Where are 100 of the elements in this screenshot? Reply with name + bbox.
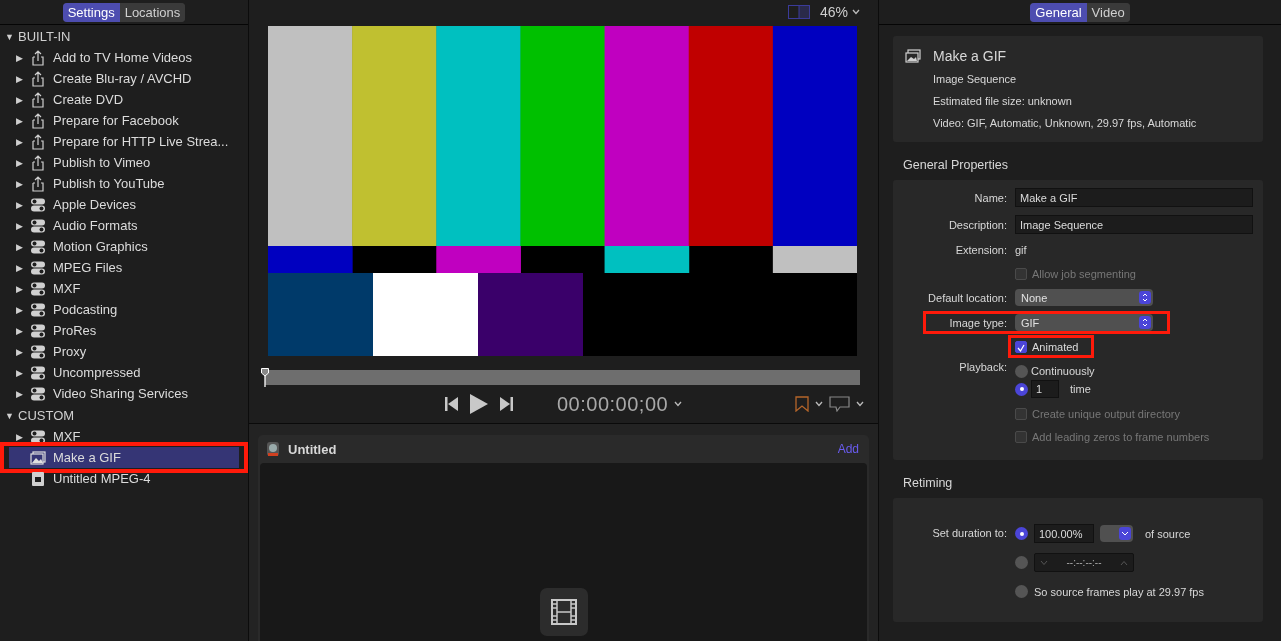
sidebar-item[interactable]: ▶ Apple Devices (9, 194, 239, 215)
toggle-switch-icon (30, 259, 46, 276)
radio-button[interactable] (1015, 527, 1028, 540)
disclosure-triangle[interactable]: ▼ (4, 31, 15, 42)
share-icon (30, 133, 46, 150)
sidebar-item[interactable]: ▶ Create DVD (9, 89, 239, 110)
section-heading: Retiming (903, 476, 954, 490)
sidebar-item[interactable]: ▶ ProRes (9, 320, 239, 341)
share-icon (30, 175, 46, 192)
toggle-switch-icon (30, 301, 46, 318)
timecode-field[interactable]: --:--:--:-- (1034, 553, 1134, 572)
disclosure-triangle[interactable]: ▶ (14, 283, 25, 294)
disclosure-triangle[interactable]: ▶ (14, 367, 25, 378)
radio-button[interactable] (1015, 556, 1028, 569)
text-field[interactable]: Image Sequence (1015, 215, 1253, 234)
film-button[interactable] (539, 588, 588, 636)
disclosure-triangle[interactable]: ▶ (14, 73, 25, 84)
timecode-display: 00:00:00;00 (557, 392, 669, 416)
toggle-switch-icon (30, 428, 46, 445)
field-label: Playback: (958, 361, 1007, 373)
field-label: Default location: (927, 291, 1007, 304)
app-icon (266, 441, 280, 457)
option-label: So source frames play at 29.97 fps (1034, 585, 1204, 598)
disclosure-triangle[interactable]: ▶ (14, 325, 25, 336)
sidebar-item[interactable]: ▶ MXF (9, 278, 239, 299)
disclosure-triangle[interactable]: ▶ (14, 388, 25, 399)
playhead-handle[interactable] (261, 368, 269, 387)
sidebar-item[interactable]: Make a GIF (9, 447, 239, 468)
disclosure-triangle[interactable]: ▶ (14, 52, 25, 63)
sidebar-item[interactable]: ▶ Uncompressed (9, 362, 239, 383)
disclosure-triangle[interactable]: ▶ (14, 346, 25, 357)
sidebar-item[interactable]: ▶ Create Blu-ray / AVCHD (9, 68, 239, 89)
sidebar-item[interactable]: Untitled MPEG-4 (9, 468, 239, 489)
option-label: of source (1145, 527, 1191, 540)
sidebar-item[interactable]: ▶ Podcasting (9, 299, 239, 320)
radio-button[interactable] (1015, 585, 1028, 598)
skip-forward-icon[interactable] (500, 397, 513, 411)
share-icon (30, 91, 46, 108)
disclosure-triangle[interactable]: ▶ (14, 262, 25, 273)
sidebar-item[interactable]: ▶ Add to TV Home Videos (9, 47, 239, 68)
text-field[interactable]: Make a GIF (1015, 188, 1253, 207)
share-icon (30, 49, 46, 66)
summary-line: Image Sequence (933, 73, 1018, 86)
summary-line: Estimated file size: unknown (933, 95, 1073, 108)
sidebar-item[interactable]: ▶ MXF (9, 426, 239, 447)
sidebar-item[interactable]: ▶ Prepare for HTTP Live Strea... (9, 131, 239, 152)
sidebar-item[interactable]: ▶ Publish to Vimeo (9, 152, 239, 173)
timecode-menu-icon (674, 401, 683, 407)
disclosure-triangle[interactable]: ▶ (14, 115, 25, 126)
summary-line: Video: GIF, Automatic, Unknown, 29.97 fps, Automatic (933, 117, 1198, 130)
disclosure-triangle[interactable]: ▶ (14, 157, 25, 168)
percent-field[interactable]: 100.00% (1034, 524, 1094, 543)
viewer-layout-icon (787, 5, 810, 19)
inspector-tab[interactable]: General (1030, 2, 1087, 22)
disclosure-triangle[interactable]: ▶ (14, 220, 25, 231)
disclosure-triangle[interactable]: ▶ (14, 304, 25, 315)
chevron-icon (852, 9, 860, 15)
disclosure-triangle[interactable]: ▶ (14, 431, 25, 442)
share-icon (30, 70, 46, 87)
disclosure-triangle[interactable]: ▶ (14, 94, 25, 105)
toggle-switch-icon (30, 280, 46, 297)
zoom-menu[interactable]: 46% (819, 4, 860, 20)
popup-menu[interactable]: None (1015, 289, 1153, 306)
toggle-switch-icon (30, 385, 46, 402)
disclosure-triangle[interactable]: ▶ (14, 178, 25, 189)
sidebar-item[interactable]: ▶ Audio Formats (9, 215, 239, 236)
field-label: Set duration to: (931, 527, 1007, 541)
field-value: gif (1015, 244, 1027, 256)
sidebar-item[interactable]: ▶ Publish to YouTube (9, 173, 239, 194)
toggle-switch-icon (30, 364, 46, 381)
batch-title: Untitled (288, 441, 337, 457)
chevron-icon (815, 401, 823, 407)
chevron-icon (856, 401, 864, 407)
play-icon[interactable] (470, 394, 488, 414)
sidebar-item[interactable]: ▶ MPEG Files (9, 257, 239, 278)
sidebar-item[interactable]: ▶ Prepare for Facebook (9, 110, 239, 131)
sidebar-item[interactable]: ▶ Video Sharing Services (9, 383, 239, 404)
toggle-switch-icon (30, 196, 46, 213)
sidebar-tab[interactable]: Settings (62, 2, 120, 22)
bookmark-icon (795, 396, 809, 412)
disclosure-triangle[interactable]: ▶ (14, 199, 25, 210)
field-label: Name: (973, 191, 1007, 204)
number-field[interactable]: 1 (1031, 380, 1059, 398)
sidebar-item[interactable]: ▶ Proxy (9, 341, 239, 362)
sidebar-item[interactable]: ▶ Motion Graphics (9, 236, 239, 257)
popup-menu[interactable]: GIF (1015, 314, 1153, 331)
radio-button[interactable] (1015, 364, 1028, 378)
checkmark-icon (1017, 343, 1025, 352)
toggle-switch-icon (30, 343, 46, 360)
disclosure-triangle[interactable]: ▶ (14, 241, 25, 252)
radio-button[interactable] (1015, 382, 1028, 396)
toggle-switch-icon (30, 238, 46, 255)
disclosure-triangle[interactable]: ▼ (4, 410, 15, 421)
share-icon (30, 154, 46, 171)
image-icon (30, 449, 46, 466)
disclosure-triangle[interactable]: ▶ (14, 136, 25, 147)
checkbox[interactable]: Animated (1015, 340, 1079, 353)
group-header[interactable]: CUSTOM (18, 408, 75, 423)
skip-back-icon[interactable] (445, 397, 458, 411)
group-header[interactable]: BUILT-IN (18, 29, 71, 44)
